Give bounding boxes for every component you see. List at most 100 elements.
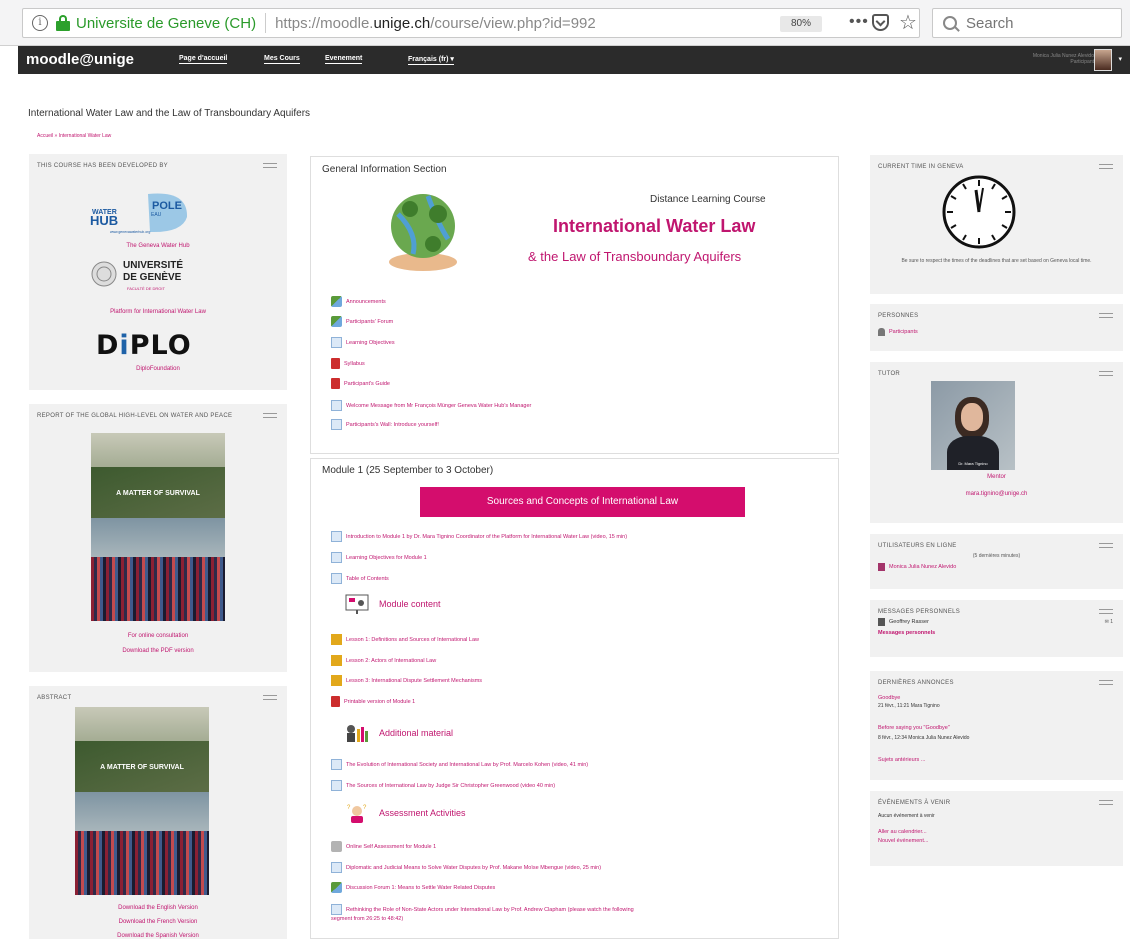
participants-link[interactable]: Participants xyxy=(878,328,918,336)
block-actions-icon[interactable] xyxy=(1099,313,1113,318)
activity-welcome-message[interactable]: Welcome Message from Mr François Münger … xyxy=(331,400,531,411)
svg-text:EAU: EAU xyxy=(151,212,162,218)
activity-non-state-actors-video[interactable]: Rethinking the Role of Non-State Actors … xyxy=(331,904,634,915)
url-bar[interactable]: i Universite de Geneve (CH) https://mood… xyxy=(22,8,920,38)
activity-learning-objectives[interactable]: Learning Objectives xyxy=(331,337,395,348)
activity-self-assessment[interactable]: Online Self Assessment for Module 1 xyxy=(331,841,436,852)
nav-my-courses[interactable]: Mes Cours xyxy=(264,55,300,64)
svg-text:?: ? xyxy=(347,805,351,811)
activity-announcements[interactable]: Announcements xyxy=(331,296,386,307)
calendar-link[interactable]: Aller au calendrier... xyxy=(878,829,927,835)
forum-icon xyxy=(331,296,342,307)
block-messages: MESSAGES PERSONNELS Geoffrey Rasser ✉ 1 … xyxy=(870,600,1123,657)
activity-table-of-contents[interactable]: Table of Contents xyxy=(331,573,389,584)
page-icon xyxy=(331,531,342,542)
pocket-icon[interactable] xyxy=(872,14,889,31)
activity-discussion-forum-1[interactable]: Discussion Forum 1: Means to Settle Wate… xyxy=(331,882,495,893)
block-actions-icon[interactable] xyxy=(1099,800,1113,805)
report-cover-image[interactable]: A MATTER OF SURVIVAL xyxy=(91,433,225,621)
block-title: CURRENT TIME IN GENEVA xyxy=(878,164,964,170)
activity-participants-wall[interactable]: Participants's Wall: Introduce yourself! xyxy=(331,419,439,430)
geneva-water-hub-link[interactable]: The Geneva Water Hub xyxy=(29,243,287,249)
nav-events[interactable]: Evenement xyxy=(325,55,363,64)
url-text[interactable]: https://moodle.unige.ch/course/view.php?… xyxy=(275,15,596,32)
message-sender[interactable]: Geoffrey Rasser xyxy=(878,618,929,626)
activity-intro-video[interactable]: Introduction to Module 1 by Dr. Mara Tig… xyxy=(331,531,627,542)
block-actions-icon[interactable] xyxy=(1099,609,1113,614)
block-actions-icon[interactable] xyxy=(1099,680,1113,685)
breadcrumb[interactable]: Accueil » International Water Law xyxy=(37,133,111,139)
diplo-logo[interactable]: DiPLO xyxy=(96,330,192,361)
block-actions-icon[interactable] xyxy=(263,163,277,168)
block-title: ABSTRACT xyxy=(37,695,72,701)
messages-link[interactable]: Messages personnels xyxy=(878,630,935,636)
block-title: REPORT OF THE GLOBAL HIGH-LEVEL ON WATER… xyxy=(37,413,233,419)
message-count: ✉ 1 xyxy=(1104,619,1113,625)
bookmark-star-icon[interactable]: ☆ xyxy=(899,10,917,35)
download-french-link[interactable]: Download the French Version xyxy=(29,919,287,925)
block-actions-icon[interactable] xyxy=(1099,543,1113,548)
block-actions-icon[interactable] xyxy=(263,695,277,700)
nav-home[interactable]: Page d'accueil xyxy=(179,55,228,64)
zoom-level-badge[interactable]: 80% xyxy=(780,16,822,32)
activity-participants-guide[interactable]: Participant's Guide xyxy=(331,378,390,389)
activity-lesson-1[interactable]: Lesson 1: Definitions and Sources of Int… xyxy=(331,634,479,645)
unige-seal-icon xyxy=(91,261,117,287)
time-note: Be sure to respect the times of the dead… xyxy=(901,258,1092,264)
tutor-photo[interactable]: Dr. Mara Tignino xyxy=(931,381,1015,470)
download-spanish-link[interactable]: Download the Spanish Version xyxy=(29,933,287,939)
new-event-link[interactable]: Nouvel événement... xyxy=(878,838,928,844)
activity-module-objectives[interactable]: Learning Objectives for Module 1 xyxy=(331,552,427,563)
pdf-icon xyxy=(331,358,340,369)
activity-syllabus[interactable]: Syllabus xyxy=(331,358,365,369)
download-english-link[interactable]: Download the English Version xyxy=(29,905,287,911)
activity-non-state-actors-continued[interactable]: segment from 26:25 to 48:42) xyxy=(331,916,403,922)
geneva-water-hub-logo[interactable]: POLE EAU WATER HUB www.genevawaterhub.or… xyxy=(90,192,190,235)
url-separator xyxy=(265,13,267,33)
course-subtitle: Distance Learning Course xyxy=(650,194,766,205)
chevron-down-icon[interactable]: ▾ xyxy=(1118,55,1122,63)
news-item-1-link[interactable]: Goodbye xyxy=(878,695,900,701)
diplofoundation-link[interactable]: DiploFoundation xyxy=(29,366,287,372)
search-input[interactable] xyxy=(966,14,1106,32)
activity-sources-video[interactable]: The Sources of International Law by Judg… xyxy=(331,780,555,791)
online-consultation-link[interactable]: For online consultation xyxy=(29,633,287,639)
tutor-role: Mentor xyxy=(987,474,1006,480)
avatar[interactable] xyxy=(1094,49,1112,71)
block-actions-icon[interactable] xyxy=(1099,371,1113,376)
course-title: International Water Law xyxy=(553,216,756,236)
brand-logo[interactable]: moodle@unige xyxy=(26,51,134,68)
platform-water-law-link[interactable]: Platform for International Water Law xyxy=(29,309,287,315)
forum-icon xyxy=(331,316,342,327)
cover-title: A MATTER OF SURVIVAL xyxy=(116,490,200,498)
download-pdf-link[interactable]: Download the PDF version xyxy=(29,648,287,654)
activity-evolution-video[interactable]: The Evolution of International Society a… xyxy=(331,759,588,770)
site-identity[interactable]: Universite de Geneve (CH) xyxy=(76,15,256,32)
online-timeframe: (5 dernières minutes) xyxy=(972,553,1021,559)
activity-printable-module[interactable]: Printable version of Module 1 xyxy=(331,696,415,707)
news-item-2-link[interactable]: Before saying you "Goodbye" xyxy=(878,725,950,731)
moodle-navbar: moodle@unige Page d'accueil Mes Cours Ev… xyxy=(18,46,1130,74)
lock-icon[interactable] xyxy=(56,15,70,31)
block-title: TUTOR xyxy=(878,371,901,377)
abstract-cover-image[interactable]: A MATTER OF SURVIVAL xyxy=(75,707,209,895)
activity-diplomatic-means-video[interactable]: Diplomatic and Judicial Means to Solve W… xyxy=(331,862,601,873)
block-title: ÉVÉNEMENTS À VENIR xyxy=(878,800,951,806)
activity-participants-forum[interactable]: Participants' Forum xyxy=(331,316,393,327)
svg-text:www.genevawaterhub.org: www.genevawaterhub.org xyxy=(110,230,150,234)
browser-search-box[interactable] xyxy=(932,8,1122,38)
block-actions-icon[interactable] xyxy=(263,413,277,418)
online-user-link[interactable]: Monica Julia Nunez Alevido xyxy=(878,563,956,571)
nav-language[interactable]: Français (fr) ▾ xyxy=(408,55,454,65)
block-title: PERSONNES xyxy=(878,313,919,319)
university-of-geneva-logo[interactable]: UNIVERSITÉ DE GENÈVE FACULTÉ DE DROIT xyxy=(91,259,201,293)
activity-lesson-3[interactable]: Lesson 3: International Dispute Settleme… xyxy=(331,675,482,686)
older-topics-link[interactable]: Sujets antérieurs ... xyxy=(878,757,925,763)
info-icon[interactable]: i xyxy=(32,15,48,31)
more-actions-icon[interactable]: ••• xyxy=(849,13,869,31)
user-menu-text[interactable]: Monica Julia Nunez Alevido Participant xyxy=(1033,53,1094,65)
block-actions-icon[interactable] xyxy=(1099,164,1113,169)
tutor-email-link[interactable]: mara.tignino@unige.ch xyxy=(870,491,1123,497)
block-title: DERNIÈRES ANNONCES xyxy=(878,680,954,686)
activity-lesson-2[interactable]: Lesson 2: Actors of International Law xyxy=(331,655,436,666)
